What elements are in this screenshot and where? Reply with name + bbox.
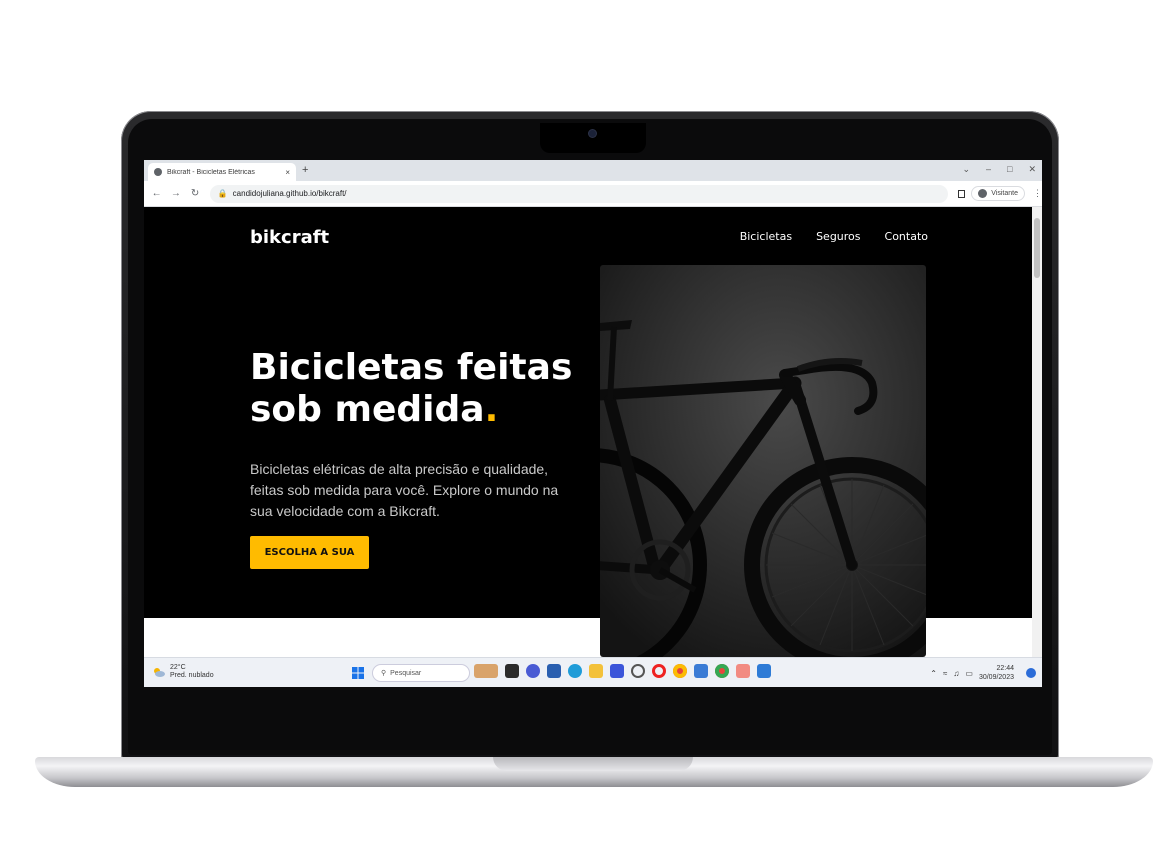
webcam-icon [589,130,596,137]
site-logo[interactable]: bikcraft [250,227,329,248]
hero-title: Bicicletas feitas sob medida. [250,347,580,431]
back-icon[interactable]: ← [150,188,163,199]
close-tab-icon[interactable]: × [285,168,290,177]
window-controls: ⌄ – □ ✕ [962,164,1036,175]
close-window-icon[interactable]: ✕ [1028,164,1036,175]
avatar-icon [978,189,988,198]
laptop-base-lip [493,757,693,771]
menu-kebab-icon[interactable]: ⋮ [1033,188,1042,199]
weather-desc: Pred. nublado [170,672,214,679]
photos-icon[interactable] [694,664,708,678]
search-icon: ⚲ [381,670,387,677]
system-tray: ⌃ ≈ ♫ ▭ 22:44 30/09/2023 [930,664,1014,682]
teams-chat-icon[interactable] [526,664,540,678]
chrome-icon[interactable] [673,664,687,678]
windows-start-icon[interactable] [352,667,364,679]
weather-temp: 22°C [170,664,186,671]
browser-tab[interactable]: Bikcraft - Bicicletas Elétricas × [148,163,296,181]
nav-bicicletas[interactable]: Bicicletas [740,230,792,243]
camera-notch [540,123,646,153]
url-text: candidojuliana.github.io/bikcraft/ [232,189,347,198]
profile-label: Visitante [991,190,1019,197]
cloud-sun-icon [154,668,165,677]
browser-toolbar: ← → ↻ 🔒 candidojuliana.github.io/bikcraf… [144,181,1042,207]
notification-icon[interactable] [1026,668,1036,678]
weather-widget[interactable]: 22°C Pred. nublado [152,664,214,680]
choose-yours-button[interactable]: ESCOLHA A SUA [250,536,369,569]
scrollbar-thumb[interactable] [1034,218,1040,278]
nav-contato[interactable]: Contato [885,230,928,243]
nav-seguros[interactable]: Seguros [816,230,860,243]
hero-title-dot: . [484,389,499,430]
minimize-icon[interactable]: – [986,164,991,175]
snipping-tool-icon[interactable] [736,664,750,678]
new-tab-button[interactable]: + [302,164,308,176]
windows-taskbar: 22°C Pred. nublado ⚲ Pesquisar ⌃ ≈ ♫ ▭ 2… [144,657,1042,687]
reload-icon[interactable]: ↻ [188,188,201,199]
bicycle-photo [600,265,926,657]
tab-search-icon[interactable]: ⌄ [962,164,970,175]
clock-date: 30/09/2023 [978,674,1014,681]
edge-icon[interactable] [568,664,582,678]
site-nav: Bicicletas Seguros Contato [740,230,928,243]
browser-tabstrip: Bikcraft - Bicicletas Elétricas × + ⌄ – … [144,160,1042,181]
maximize-icon[interactable]: □ [1007,164,1012,175]
website-viewport: bikcraft Bicicletas Seguros Contato Bici… [144,207,1032,657]
chrome-profile-icon[interactable] [715,664,729,678]
lock-icon: 🔒 [217,189,228,198]
battery-icon[interactable]: ▭ [965,669,973,678]
hero-title-line2: sob medida [250,389,485,430]
volume-icon[interactable]: ♫ [953,669,959,678]
tab-title: Bikcraft - Bicicletas Elétricas [167,168,255,176]
bing-chat-icon[interactable] [474,664,498,678]
chevron-up-icon[interactable]: ⌃ [930,669,937,678]
taskbar-search[interactable]: ⚲ Pesquisar [372,664,470,682]
profile-button[interactable]: Visitante [971,186,1026,201]
vscode-icon[interactable] [757,664,771,678]
task-view-icon[interactable] [505,664,519,678]
forward-icon[interactable]: → [169,188,182,199]
hero-title-line1: Bicicletas feitas [250,347,573,388]
laptop-screen: Bikcraft - Bicicletas Elétricas × + ⌄ – … [144,160,1042,687]
opera-icon[interactable] [652,664,666,678]
side-panel-icon[interactable] [957,189,966,198]
clock[interactable]: 22:44 30/09/2023 [979,664,1014,682]
globe-icon [154,168,162,176]
taskbar-apps [474,664,771,678]
store-icon[interactable] [547,664,561,678]
app-blue-icon[interactable] [610,664,624,678]
file-explorer-icon[interactable] [589,664,603,678]
address-bar[interactable]: 🔒 candidojuliana.github.io/bikcraft/ [209,184,948,203]
hero-description: Bicicletas elétricas de alta precisão e … [250,461,559,519]
search-placeholder: Pesquisar [390,669,422,677]
wifi-icon[interactable]: ≈ [943,669,947,678]
settings-gear-icon[interactable] [631,664,645,678]
clock-time: 22:44 [996,665,1014,672]
